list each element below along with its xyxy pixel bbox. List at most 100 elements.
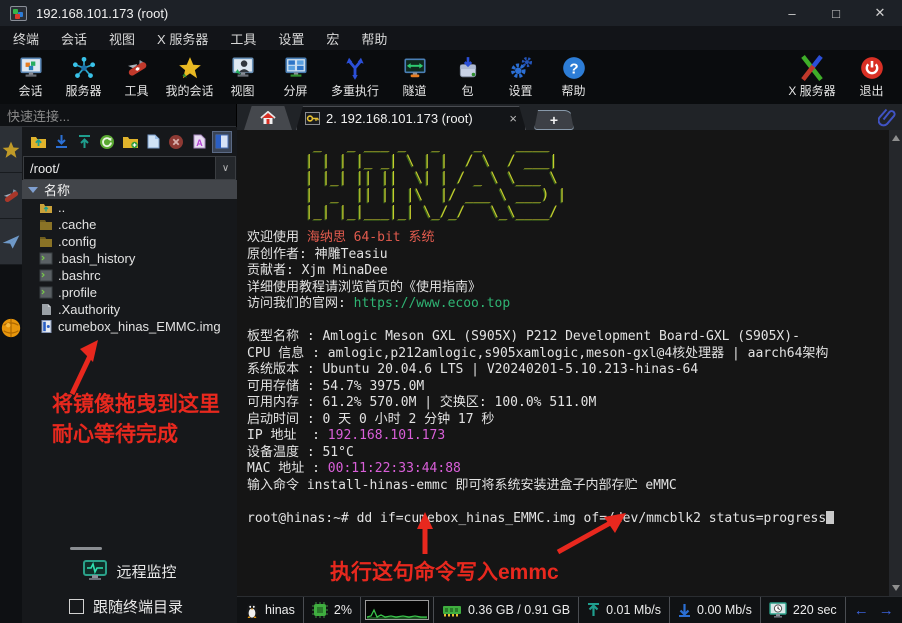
settings-button[interactable]: 设置 <box>494 52 547 102</box>
macros-tab-button[interactable] <box>0 219 22 265</box>
cpu-graph <box>361 597 434 623</box>
tunnel-button[interactable]: 隧道 <box>388 52 441 102</box>
quick-connect-input[interactable]: 快速连接... <box>0 104 236 127</box>
new-file-button[interactable] <box>143 131 163 153</box>
remote-monitor-button[interactable]: 远程监控 <box>22 560 237 582</box>
annotation-arrow-diagonal <box>550 506 634 558</box>
file-list-header[interactable]: 名称 <box>22 180 237 199</box>
exit-button[interactable]: 退出 <box>845 52 898 102</box>
sort-arrow-icon <box>28 187 38 193</box>
active-session-tab[interactable]: 2. 192.168.101.173 (root) × <box>296 106 526 130</box>
menu-sessions[interactable]: 会话 <box>50 26 98 50</box>
penguin-icon <box>245 602 259 619</box>
file-row[interactable]: .Xauthority <box>22 301 237 318</box>
terminal-line <box>247 313 882 330</box>
file-name: .profile <box>58 285 97 300</box>
tab-nav: ← → <box>846 597 902 623</box>
scroll-up-icon[interactable] <box>892 135 900 141</box>
file-row[interactable]: .cache <box>22 216 237 233</box>
split-icon <box>283 55 309 81</box>
window-title: 192.168.101.173 (root) <box>36 6 168 21</box>
script-file-icon <box>39 252 53 265</box>
tools-icon <box>124 55 150 81</box>
cpu-status: 2% <box>304 597 361 623</box>
menu-view[interactable]: 视图 <box>98 26 146 50</box>
app-icon <box>10 6 27 21</box>
next-tab-arrow[interactable]: → <box>879 602 894 619</box>
refresh-button[interactable] <box>97 131 117 153</box>
session-icon <box>18 55 44 81</box>
sidebar: 快速连接... <box>0 104 237 623</box>
globe-icon[interactable] <box>0 317 22 339</box>
path-bar: /root/ ∨ <box>23 156 236 180</box>
file-row[interactable]: .bash_history <box>22 250 237 267</box>
divider <box>70 547 102 550</box>
upload-button[interactable] <box>74 131 94 153</box>
sidebar-strip <box>0 127 22 623</box>
file-row[interactable]: cumebox_hinas_EMMC.img <box>22 318 237 335</box>
img-file-icon <box>39 320 53 333</box>
menu-tools[interactable]: 工具 <box>219 26 267 50</box>
file-name: .. <box>58 200 65 215</box>
new-tab-button[interactable]: + <box>534 110 574 130</box>
delete-button[interactable] <box>166 131 186 153</box>
remote-monitor-icon <box>82 560 108 582</box>
file-row[interactable]: .config <box>22 233 237 250</box>
follow-terminal-checkbox[interactable] <box>69 599 84 614</box>
menu-xserver[interactable]: X 服务器 <box>146 26 219 50</box>
multi-exec-button[interactable]: 多重执行 <box>322 52 388 102</box>
path-input[interactable]: /root/ <box>23 156 216 180</box>
file-name: .config <box>58 234 96 249</box>
maximize-button[interactable]: □ <box>814 0 858 26</box>
scroll-down-icon[interactable] <box>892 585 900 591</box>
elapsed-status: 220 sec <box>761 597 846 623</box>
view-button[interactable]: 视图 <box>216 52 269 102</box>
rename-button[interactable]: A <box>189 131 209 153</box>
file-row[interactable]: .bashrc <box>22 267 237 284</box>
attach-icon[interactable] <box>878 107 896 132</box>
host-status: hinas <box>237 597 304 623</box>
menu-macros[interactable]: 宏 <box>315 26 350 50</box>
split-button[interactable]: 分屏 <box>269 52 322 102</box>
new-folder-button[interactable] <box>120 131 140 153</box>
annotation-terminal: 执行这句命令写入emmc <box>330 556 559 586</box>
minimize-button[interactable]: – <box>770 0 814 26</box>
cpu-icon <box>312 602 328 618</box>
file-name: .bash_history <box>58 251 135 266</box>
uptime-monitor-icon <box>769 602 787 619</box>
key-icon <box>305 112 320 125</box>
session-button[interactable]: 会话 <box>4 52 57 102</box>
home-tab[interactable] <box>244 106 292 130</box>
terminal-scrollbar[interactable] <box>889 130 902 596</box>
xserver-button[interactable]: X 服务器 <box>779 52 845 102</box>
prev-tab-arrow[interactable]: ← <box>854 602 869 619</box>
star-icon <box>177 55 203 81</box>
script-file-icon <box>39 286 53 299</box>
svg-text:?: ? <box>569 60 578 77</box>
download-button[interactable] <box>51 131 71 153</box>
tools-button[interactable]: 工具 <box>110 52 163 102</box>
file-name: .bashrc <box>58 268 101 283</box>
path-dropdown-button[interactable]: ∨ <box>216 156 236 180</box>
annotation-arrow-vertical <box>412 510 438 558</box>
servers-button[interactable]: 服务器 <box>57 52 110 102</box>
terminal-line: 系统版本 : Ubuntu 20.04.6 LTS | V20240201-5.… <box>247 362 882 379</box>
knife-icon <box>1 186 21 206</box>
packages-button[interactable]: 包 <box>441 52 494 102</box>
sessions-tab-button[interactable] <box>0 127 22 173</box>
toggle-panel-button[interactable] <box>212 131 232 153</box>
file-row[interactable]: .. <box>22 199 237 216</box>
menu-help[interactable]: 帮助 <box>350 26 398 50</box>
my-sessions-button[interactable]: 我的会话 <box>163 52 216 102</box>
close-button[interactable]: ✕ <box>858 0 902 26</box>
view-icon <box>230 55 256 81</box>
menu-settings[interactable]: 设置 <box>267 26 315 50</box>
go-up-folder-button[interactable] <box>28 131 48 153</box>
file-file-icon <box>39 303 53 316</box>
help-button[interactable]: ? 帮助 <box>547 52 600 102</box>
star-icon <box>1 140 21 160</box>
menu-terminal[interactable]: 终端 <box>2 26 50 50</box>
tab-close-icon[interactable]: × <box>509 111 517 126</box>
tools-tab-button[interactable] <box>0 173 22 219</box>
file-row[interactable]: .profile <box>22 284 237 301</box>
